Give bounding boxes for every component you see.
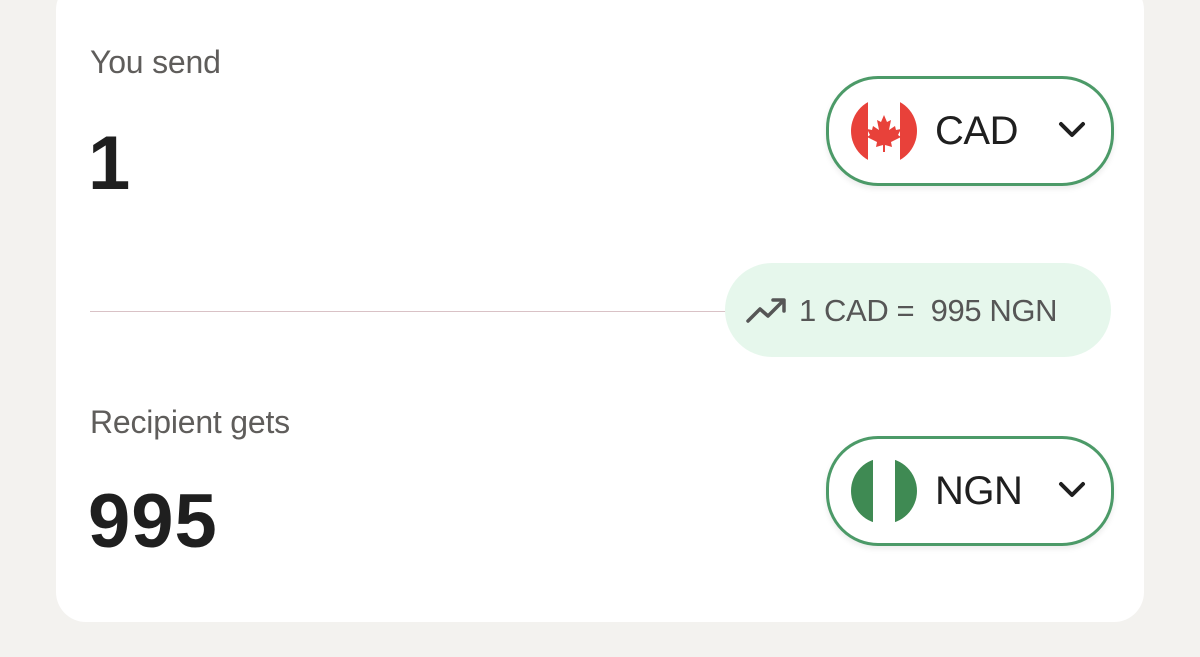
send-currency-selector[interactable]: CAD — [826, 76, 1114, 186]
receive-label: Recipient gets — [90, 404, 290, 440]
receive-currency-code: NGN — [935, 469, 1023, 513]
chevron-down-icon — [1055, 479, 1089, 501]
send-currency-code: CAD — [935, 109, 1018, 153]
divider — [90, 311, 730, 312]
nigeria-flag-icon — [851, 458, 917, 524]
canada-flag-icon — [851, 98, 917, 164]
chevron-down-icon — [1055, 119, 1089, 141]
exchange-rate-text: 1 CAD = 995 NGN — [799, 293, 1058, 328]
currency-converter-card: You send 1 CAD 1 CAD = 995 NGN Recipient… — [56, 0, 1144, 622]
receive-currency-selector[interactable]: NGN — [826, 436, 1114, 546]
send-label: You send — [90, 44, 221, 80]
receive-amount-input[interactable]: 995 — [88, 478, 218, 565]
exchange-rate-badge: 1 CAD = 995 NGN — [725, 263, 1111, 357]
trending-up-icon — [745, 295, 789, 325]
send-amount-input[interactable]: 1 — [88, 120, 131, 207]
